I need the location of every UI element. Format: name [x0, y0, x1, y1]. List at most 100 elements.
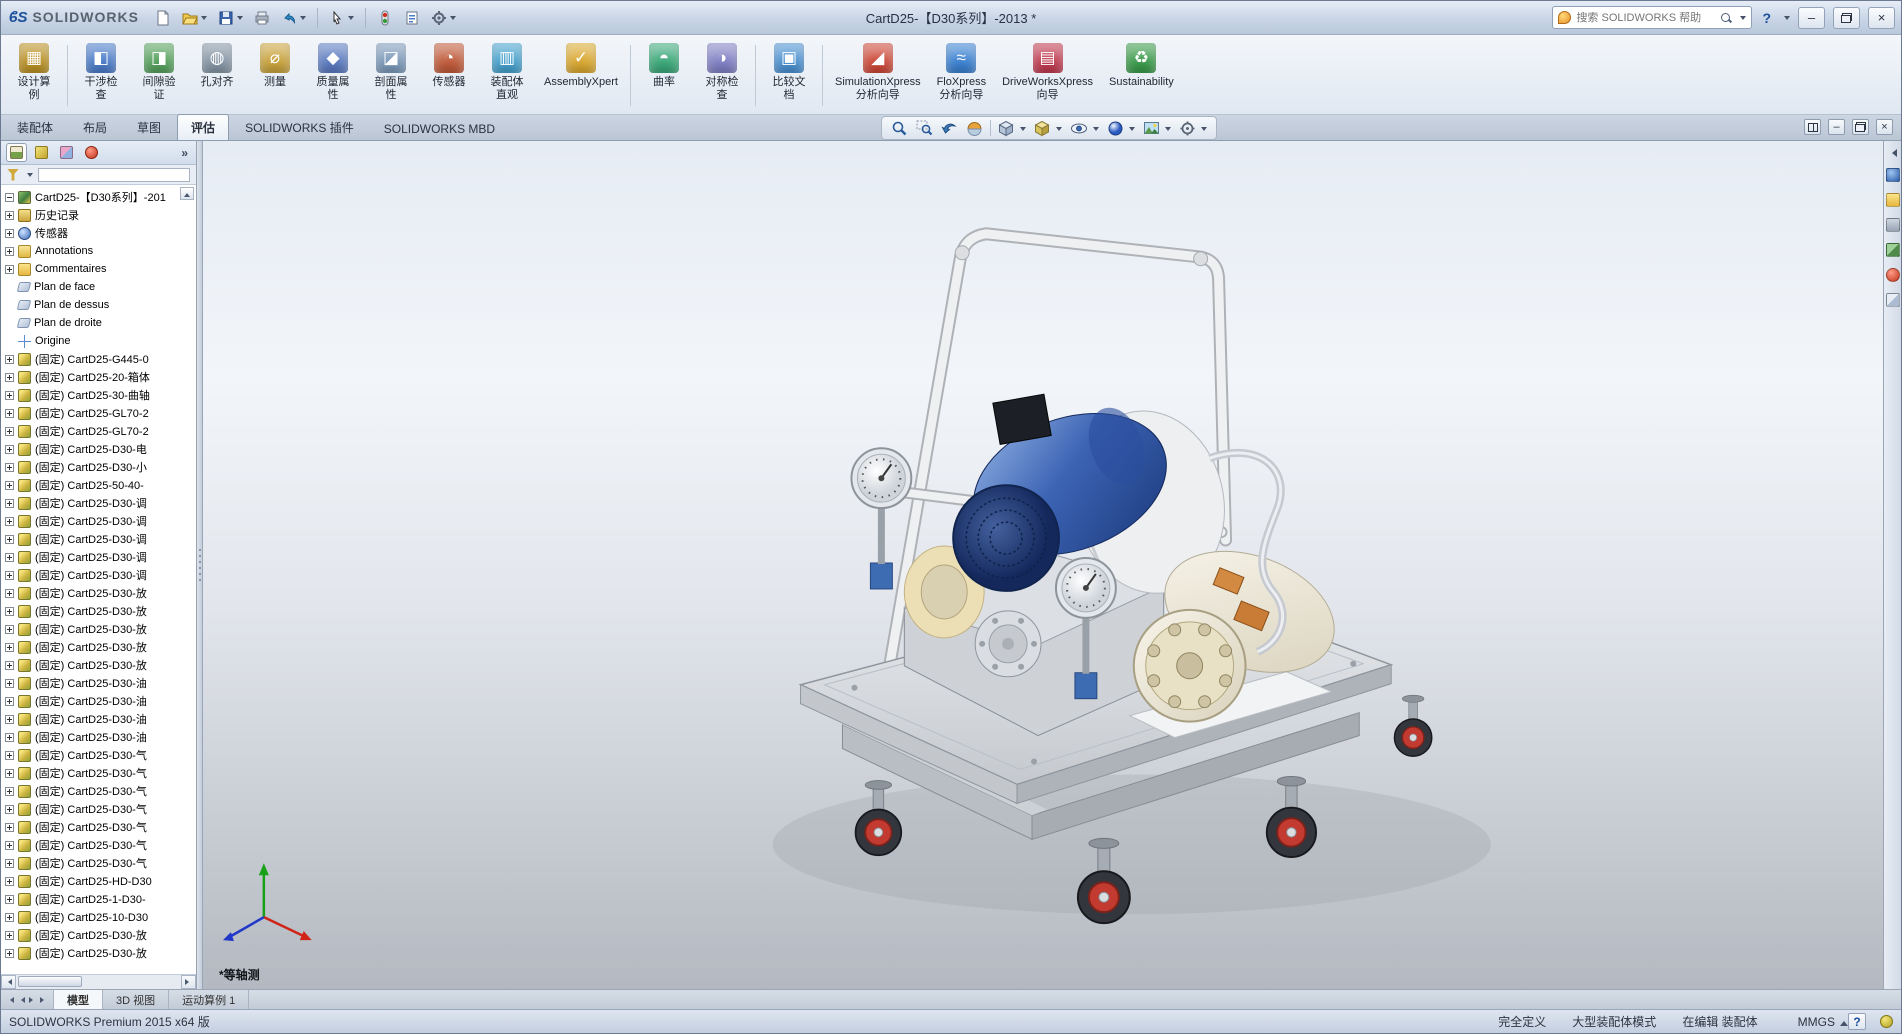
ribbon-tool-button[interactable]: ◨ 间隙验 证 [130, 39, 188, 112]
section-view-button[interactable] [963, 119, 986, 138]
expand-toggle[interactable] [5, 499, 14, 508]
ribbon-tool-button[interactable]: ◑ 对称检 查 [693, 39, 751, 112]
tree-item[interactable]: (固定) CartD25-D30-放 [4, 926, 196, 944]
expand-toggle[interactable] [5, 589, 14, 598]
expand-toggle[interactable] [5, 193, 14, 202]
view-orientation-button[interactable] [995, 119, 1029, 138]
expand-toggle[interactable] [5, 607, 14, 616]
tree-item[interactable]: (固定) CartD25-D30-放 [4, 584, 196, 602]
filter-dropdown-icon[interactable] [27, 173, 33, 180]
expand-toggle[interactable] [5, 517, 14, 526]
expand-toggle[interactable] [5, 409, 14, 418]
graphics-viewport[interactable]: *等轴测 [203, 141, 1883, 989]
appearances-scenes-icon[interactable] [1886, 268, 1900, 282]
tree-item[interactable]: (固定) CartD25-D30-放 [4, 944, 196, 962]
tree-item[interactable]: (固定) CartD25-D30-气 [4, 818, 196, 836]
expand-toggle[interactable] [5, 949, 14, 958]
expand-toggle[interactable] [5, 643, 14, 652]
view-palette-icon[interactable] [1886, 243, 1900, 257]
command-manager-tab[interactable]: SOLIDWORKS 插件 [231, 114, 368, 140]
expand-toggle[interactable] [5, 931, 14, 940]
expand-toggle[interactable] [5, 625, 14, 634]
expand-toggle[interactable] [5, 877, 14, 886]
command-manager-tab[interactable]: 草图 [123, 114, 175, 140]
search-input[interactable] [1576, 12, 1715, 24]
tree-item[interactable]: (固定) CartD25-G445-0 [4, 350, 196, 368]
expand-toggle[interactable] [5, 769, 14, 778]
cart-assembly-3d-model[interactable] [203, 141, 1883, 989]
solidworks-resources-icon[interactable] [1886, 168, 1900, 182]
doc-close-button[interactable]: × [1876, 119, 1893, 135]
last-tab-button[interactable] [40, 997, 47, 1003]
tree-item[interactable]: Annotations [4, 242, 196, 260]
tree-item[interactable]: (固定) CartD25-D30-气 [4, 764, 196, 782]
tree-item[interactable]: (固定) CartD25-D30-小 [4, 458, 196, 476]
tree-item[interactable]: (固定) CartD25-50-40- [4, 476, 196, 494]
scroll-right-button[interactable] [181, 975, 196, 989]
status-help-button[interactable]: ? [1848, 1013, 1866, 1030]
open-document-button[interactable] [178, 5, 211, 31]
expand-toggle[interactable] [5, 715, 14, 724]
filter-input[interactable] [38, 168, 190, 182]
first-tab-button[interactable] [7, 997, 14, 1003]
expand-toggle[interactable] [5, 427, 14, 436]
ribbon-tool-button[interactable]: ◍ 孔对齐 [188, 39, 246, 112]
ribbon-tool-button[interactable]: ◔ 传感器 [420, 39, 478, 112]
expand-toggle[interactable] [5, 553, 14, 562]
tree-root-item[interactable]: CartD25-【D30系列】-201 [4, 188, 196, 206]
expand-toggle[interactable] [5, 787, 14, 796]
model-view-tab[interactable]: 模型 [54, 990, 103, 1009]
tree-item[interactable]: (固定) CartD25-D30-电 [4, 440, 196, 458]
next-tab-button[interactable] [29, 997, 36, 1003]
expand-toggle[interactable] [5, 535, 14, 544]
ribbon-tool-button[interactable]: ▦ 设计算 例 [5, 39, 63, 112]
tree-item[interactable]: (固定) CartD25-D30-调 [4, 494, 196, 512]
ribbon-tool-button[interactable]: ▣ 比较文 档 [760, 39, 818, 112]
tree-item[interactable]: Origine [4, 332, 196, 350]
ribbon-tool-button[interactable]: ▥ 装配体 直观 [478, 39, 536, 112]
tree-item[interactable]: Plan de droite [4, 314, 196, 332]
expand-toggle[interactable] [5, 805, 14, 814]
expand-toggle[interactable] [5, 679, 14, 688]
view-settings-button[interactable] [1176, 119, 1210, 138]
edit-appearance-button[interactable] [1104, 119, 1138, 138]
property-manager-tab[interactable] [31, 143, 52, 162]
tree-item[interactable]: (固定) CartD25-D30-放 [4, 602, 196, 620]
tree-item[interactable]: 传感器 [4, 224, 196, 242]
expand-toggle[interactable] [5, 661, 14, 670]
tree-item[interactable]: (固定) CartD25-D30-调 [4, 548, 196, 566]
display-style-button[interactable] [1031, 119, 1065, 138]
ribbon-tool-button[interactable]: ◧ 干涉检 查 [72, 39, 130, 112]
model-view-tab[interactable]: 3D 视图 [103, 990, 169, 1009]
expand-toggle[interactable] [5, 859, 14, 868]
expand-toggle[interactable] [5, 571, 14, 580]
tree-item[interactable]: Commentaires [4, 260, 196, 278]
expand-toggle[interactable] [5, 355, 14, 364]
tree-item[interactable]: 历史记录 [4, 206, 196, 224]
print-button[interactable] [250, 5, 274, 31]
new-document-button[interactable] [151, 5, 175, 31]
expand-toggle[interactable] [5, 733, 14, 742]
tree-item[interactable]: (固定) CartD25-D30-调 [4, 566, 196, 584]
design-library-icon[interactable] [1886, 193, 1900, 207]
doc-minimize-button[interactable]: – [1828, 119, 1845, 135]
expand-toggle[interactable] [5, 697, 14, 706]
ribbon-tool-button[interactable]: ≈ FloXpress 分析向导 [929, 39, 995, 112]
expand-toggle[interactable] [5, 895, 14, 904]
tree-item[interactable]: (固定) CartD25-GL70-2 [4, 422, 196, 440]
configuration-manager-tab[interactable] [56, 143, 77, 162]
feature-manager-tab[interactable] [6, 143, 27, 162]
apply-scene-button[interactable] [1140, 119, 1174, 138]
task-pane-expand-icon[interactable] [1888, 149, 1897, 157]
search-box[interactable] [1552, 6, 1752, 29]
scroll-left-button[interactable] [1, 975, 16, 989]
ribbon-tool-button[interactable]: ◢ SimulationXpress 分析向导 [827, 39, 929, 112]
tree-item[interactable]: (固定) CartD25-D30-气 [4, 836, 196, 854]
expand-toggle[interactable] [5, 913, 14, 922]
tree-item[interactable]: (固定) CartD25-D30-气 [4, 746, 196, 764]
close-button[interactable]: × [1868, 7, 1895, 29]
previous-tab-button[interactable] [18, 997, 25, 1003]
units-selector[interactable]: MMGS [1798, 1015, 1848, 1029]
tree-item[interactable]: (固定) CartD25-HD-D30 [4, 872, 196, 890]
tree-item[interactable]: (固定) CartD25-D30-油 [4, 674, 196, 692]
